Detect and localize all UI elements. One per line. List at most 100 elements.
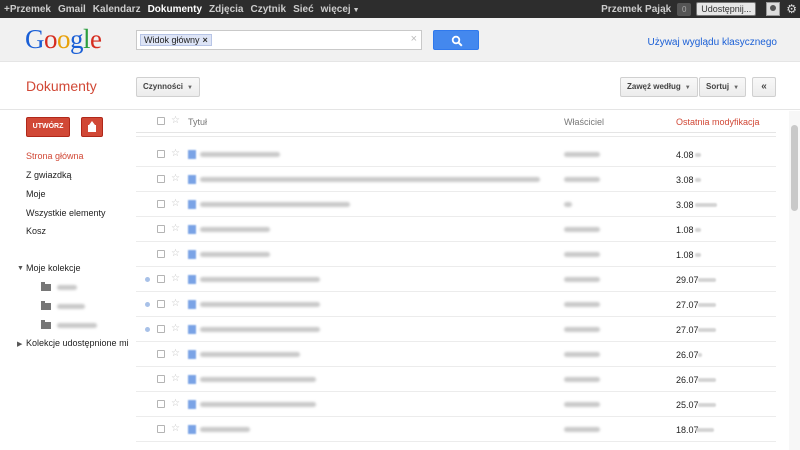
sidebar-shared-collections[interactable]: Kolekcje udostępnione mi	[26, 338, 129, 348]
last-modified-date: 27.07	[676, 325, 699, 335]
nav-link-reader[interactable]: Czytnik	[251, 4, 287, 15]
collection-item[interactable]	[41, 320, 97, 331]
document-title-redacted[interactable]	[200, 427, 250, 432]
last-modified-date: 1.08	[676, 250, 694, 260]
star-icon[interactable]: ☆	[171, 174, 180, 184]
table-row[interactable]: ☆ 26.07	[136, 342, 776, 367]
document-title-redacted[interactable]	[200, 402, 316, 407]
actions-button[interactable]: Czynności ▼	[136, 77, 200, 97]
table-row[interactable]: ☆ 27.07	[136, 292, 776, 317]
scrollbar-thumb[interactable]	[791, 125, 798, 211]
classic-view-link[interactable]: Używaj wyglądu klasycznego	[647, 37, 777, 48]
sidebar-item-mine[interactable]: Moje	[26, 189, 46, 199]
logo-letter: o	[44, 24, 58, 54]
table-row[interactable]: ☆ 1.08	[136, 217, 776, 242]
star-icon[interactable]: ☆	[171, 249, 180, 259]
document-title-redacted[interactable]	[200, 377, 316, 382]
row-checkbox[interactable]	[157, 350, 165, 358]
star-icon[interactable]: ☆	[171, 149, 180, 159]
collection-item[interactable]	[41, 282, 77, 293]
star-icon[interactable]: ☆	[171, 299, 180, 309]
row-checkbox[interactable]	[157, 175, 165, 183]
document-title-redacted[interactable]	[200, 327, 320, 332]
sidebar-item-trash[interactable]: Kosz	[26, 226, 46, 236]
logo-letter: e	[90, 24, 102, 54]
column-header-last-modified[interactable]: Ostatnia modyfikacja	[676, 117, 760, 127]
table-row[interactable]: ☆ 26.07	[136, 367, 776, 392]
search-button[interactable]	[433, 30, 479, 50]
document-title-redacted[interactable]	[200, 177, 540, 182]
triangle-down-icon[interactable]: ▼	[17, 265, 24, 272]
table-row[interactable]: ☆ 27.07	[136, 317, 776, 342]
column-header-title[interactable]: Tytuł	[188, 117, 207, 127]
narrow-by-button[interactable]: Zawęź według ▼	[620, 77, 698, 97]
document-title-redacted[interactable]	[200, 302, 320, 307]
table-row[interactable]: ☆ 18.07	[136, 417, 776, 442]
star-icon[interactable]: ☆	[171, 374, 180, 384]
table-row[interactable]: ☆ 1.08	[136, 242, 776, 267]
sort-button[interactable]: Sortuj ▼	[699, 77, 747, 97]
nav-link-web[interactable]: Sieć	[293, 4, 314, 15]
nav-link-documents[interactable]: Dokumenty	[148, 4, 202, 15]
star-icon[interactable]: ☆	[171, 324, 180, 334]
table-row[interactable]: ☆ 3.08	[136, 167, 776, 192]
row-checkbox[interactable]	[157, 375, 165, 383]
gear-icon[interactable]: ⚙	[786, 2, 797, 16]
nav-link-more[interactable]: więcej ▼	[321, 4, 360, 15]
sidebar-item-home[interactable]: Strona główna	[26, 151, 84, 161]
account-name[interactable]: Przemek Pająk	[601, 4, 671, 15]
sidebar-my-collections[interactable]: Moje kolekcje	[26, 263, 81, 273]
star-icon[interactable]: ☆	[171, 224, 180, 234]
table-row[interactable]: ☆ 4.08	[136, 142, 776, 167]
star-icon[interactable]: ☆	[171, 349, 180, 359]
row-checkbox[interactable]	[157, 325, 165, 333]
nav-link-gmail[interactable]: Gmail	[58, 4, 86, 15]
star-icon[interactable]: ☆	[171, 274, 180, 284]
document-title-redacted[interactable]	[200, 277, 320, 282]
star-icon[interactable]: ☆	[171, 424, 180, 434]
star-icon[interactable]: ☆	[171, 116, 180, 126]
document-title-redacted[interactable]	[200, 252, 270, 257]
nav-link-photos[interactable]: Zdjęcia	[209, 4, 243, 15]
close-icon[interactable]: ×	[203, 35, 208, 45]
last-modified-date: 1.08	[676, 225, 694, 235]
row-checkbox[interactable]	[157, 150, 165, 158]
sidebar-item-starred[interactable]: Z gwiazdką	[26, 170, 72, 180]
collection-item[interactable]	[41, 301, 85, 312]
sidebar-item-all-items[interactable]: Wszystkie elementy	[26, 208, 106, 218]
create-button[interactable]: UTWÓRZ	[26, 117, 70, 137]
column-header-owner[interactable]: Właściciel	[564, 117, 604, 127]
document-title-redacted[interactable]	[200, 227, 270, 232]
last-modified-date: 27.07	[676, 300, 699, 310]
star-icon[interactable]: ☆	[171, 199, 180, 209]
row-checkbox[interactable]	[157, 250, 165, 258]
avatar[interactable]	[766, 2, 781, 16]
select-all-checkbox[interactable]	[157, 117, 165, 125]
clear-search-button[interactable]: ×	[411, 33, 417, 45]
row-checkbox[interactable]	[157, 200, 165, 208]
upload-button[interactable]	[81, 117, 103, 137]
notification-count[interactable]: 0	[677, 2, 692, 16]
triangle-right-icon[interactable]: ▶	[17, 340, 22, 348]
table-row[interactable]: ☆ 3.08	[136, 192, 776, 217]
row-checkbox[interactable]	[157, 300, 165, 308]
document-title-redacted[interactable]	[200, 352, 300, 357]
table-row[interactable]: ☆ 25.07	[136, 392, 776, 417]
document-icon	[188, 250, 196, 259]
nav-link-calendar[interactable]: Kalendarz	[93, 4, 141, 15]
row-checkbox[interactable]	[157, 400, 165, 408]
document-title-redacted[interactable]	[200, 152, 280, 157]
document-title-redacted[interactable]	[200, 202, 350, 207]
row-checkbox[interactable]	[157, 225, 165, 233]
table-row[interactable]: ☆ 29.07	[136, 267, 776, 292]
row-checkbox[interactable]	[157, 425, 165, 433]
share-button[interactable]: Udostępnij...	[696, 2, 757, 16]
search-input[interactable]: Widok główny × ×	[136, 30, 422, 50]
collapse-panel-button[interactable]: «	[752, 77, 776, 97]
star-icon[interactable]: ☆	[171, 399, 180, 409]
row-checkbox[interactable]	[157, 275, 165, 283]
modified-by-redacted	[698, 328, 716, 332]
google-logo[interactable]: Google	[25, 24, 102, 55]
vertical-scrollbar[interactable]	[789, 111, 800, 450]
nav-link-profile[interactable]: +Przemek	[4, 4, 51, 15]
